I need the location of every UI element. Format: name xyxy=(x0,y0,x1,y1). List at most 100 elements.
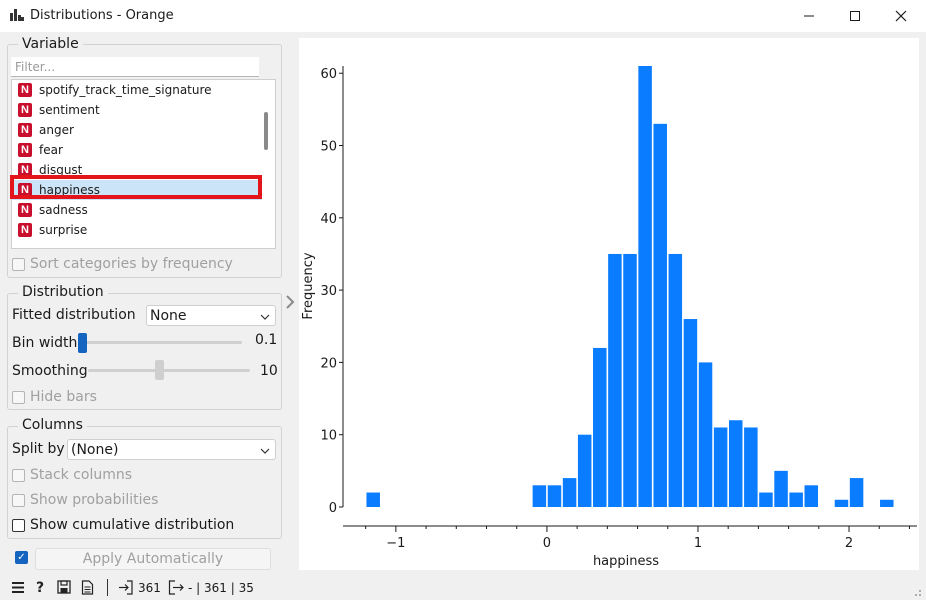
histogram-bar[interactable] xyxy=(774,470,788,507)
histogram-bar[interactable] xyxy=(532,485,547,507)
help-icon[interactable]: ? xyxy=(35,580,47,595)
histogram-bar[interactable] xyxy=(759,492,773,507)
histogram-chart: 0 10 20 30 40 50 60 −1 0 1 2 happiness Frequency xyxy=(301,66,917,569)
histogram-bar[interactable] xyxy=(577,434,592,507)
histogram-bar[interactable] xyxy=(593,347,607,507)
cumulative-checkbox[interactable] xyxy=(12,519,25,532)
close-icon xyxy=(895,10,907,22)
y-tick-label: 0 xyxy=(329,501,337,516)
histogram-bar[interactable] xyxy=(849,478,864,507)
histogram-bar[interactable] xyxy=(804,485,819,507)
list-item[interactable]: N sadness xyxy=(12,200,262,220)
list-item[interactable]: N spotify_track_time_signature xyxy=(12,80,262,100)
histogram-bar[interactable] xyxy=(728,420,743,507)
list-item[interactable]: N fear xyxy=(12,140,262,160)
histogram-bar[interactable] xyxy=(713,427,728,507)
status-separator xyxy=(107,579,108,596)
maximize-button[interactable] xyxy=(832,0,878,32)
chevron-right-icon[interactable] xyxy=(285,295,295,309)
variable-label: spotify_track_time_signature xyxy=(39,83,212,97)
bin-width-slider-track[interactable] xyxy=(80,341,242,344)
variable-label: sentiment xyxy=(39,103,100,117)
y-tick-label: 30 xyxy=(320,284,337,299)
numeric-variable-icon: N xyxy=(18,103,32,117)
histogram-bar[interactable] xyxy=(547,485,562,507)
split-by-label: Split by xyxy=(12,441,65,457)
variable-list[interactable]: N spotify_track_time_signature N sentime… xyxy=(11,79,276,249)
split-by-select[interactable]: (None) xyxy=(67,439,276,460)
hide-bars-checkbox[interactable] xyxy=(12,391,25,404)
numeric-variable-icon: N xyxy=(18,123,32,137)
window-title: Distributions - Orange xyxy=(30,8,174,23)
apply-button[interactable]: Apply Automatically xyxy=(35,548,271,570)
variable-label: sadness xyxy=(39,203,88,217)
histogram-bar[interactable] xyxy=(623,253,637,507)
bin-width-slider-handle[interactable] xyxy=(78,333,87,353)
histogram-bar[interactable] xyxy=(653,123,667,508)
numeric-variable-icon: N xyxy=(18,143,32,157)
smoothing-slider-track[interactable] xyxy=(88,369,250,372)
sort-label: Sort categories by frequency xyxy=(30,256,233,272)
minimize-button[interactable] xyxy=(786,0,832,32)
minimize-icon xyxy=(804,15,814,17)
histogram-bar[interactable] xyxy=(880,499,894,507)
x-tick-label: 0 xyxy=(543,536,551,551)
list-item[interactable]: N surprise xyxy=(12,220,262,240)
numeric-variable-icon: N xyxy=(18,223,32,237)
variable-label: surprise xyxy=(39,223,88,237)
histogram-bar[interactable] xyxy=(683,319,698,507)
smoothing-value: 10 xyxy=(260,363,278,379)
numeric-variable-icon: N xyxy=(18,203,32,217)
output-summary: - | 361 | 35 xyxy=(188,581,254,595)
filter-input[interactable] xyxy=(11,57,259,77)
fitted-distribution-value: None xyxy=(150,307,187,324)
distribution-group-title: Distribution xyxy=(18,284,108,300)
y-axis-label: Frequency xyxy=(301,252,316,319)
smoothing-label: Smoothing xyxy=(12,363,88,379)
input-data-icon xyxy=(119,580,133,595)
plot-area[interactable]: 0 10 20 30 40 50 60 −1 0 1 2 happiness Frequency xyxy=(299,38,919,570)
menu-icon[interactable] xyxy=(12,582,24,593)
histogram-bar[interactable] xyxy=(698,362,713,507)
variable-label: fear xyxy=(39,143,63,157)
title-bar: Distributions - Orange xyxy=(0,0,926,32)
histogram-bar[interactable] xyxy=(638,66,652,507)
x-axis-label: happiness xyxy=(593,554,659,569)
variable-group-title: Variable xyxy=(18,36,83,52)
resize-grip-icon[interactable] xyxy=(912,587,922,597)
variable-label: anger xyxy=(39,123,74,137)
stack-columns-checkbox[interactable] xyxy=(12,469,25,482)
show-probabilities-label: Show probabilities xyxy=(30,492,159,508)
list-item[interactable]: N anger xyxy=(12,120,262,140)
histogram-bar[interactable] xyxy=(744,427,758,507)
smoothing-slider-handle[interactable] xyxy=(155,360,164,380)
list-item[interactable]: N sentiment xyxy=(12,100,262,120)
histogram-bar[interactable] xyxy=(562,478,577,507)
histogram-bar[interactable] xyxy=(789,492,803,507)
input-count: 361 xyxy=(138,581,161,595)
apply-auto-checkbox[interactable]: ✓ xyxy=(15,551,28,564)
chevron-down-icon xyxy=(260,448,270,454)
report-icon[interactable] xyxy=(81,580,94,595)
bin-width-label: Bin width xyxy=(12,335,78,351)
cumulative-label: Show cumulative distribution xyxy=(30,517,235,533)
chevron-down-icon xyxy=(260,314,270,320)
list-scrollbar[interactable] xyxy=(264,112,268,150)
y-tick-label: 20 xyxy=(320,356,337,371)
show-probabilities-checkbox[interactable] xyxy=(12,494,25,507)
bar-chart-icon xyxy=(10,9,24,21)
stack-columns-label: Stack columns xyxy=(30,467,133,483)
y-tick-label: 50 xyxy=(320,140,337,155)
close-button[interactable] xyxy=(878,0,924,32)
histogram-bar[interactable] xyxy=(366,492,380,507)
svg-text:?: ? xyxy=(36,580,44,595)
split-by-value: (None) xyxy=(71,441,119,458)
histogram-bar[interactable] xyxy=(834,499,849,507)
numeric-variable-icon: N xyxy=(18,83,32,97)
fitted-distribution-select[interactable]: None xyxy=(146,305,276,326)
save-icon[interactable] xyxy=(57,580,71,594)
histogram-bar[interactable] xyxy=(668,253,683,507)
histogram-bar[interactable] xyxy=(608,253,622,507)
x-tick-label: 2 xyxy=(845,536,853,551)
sort-checkbox[interactable] xyxy=(12,258,25,271)
